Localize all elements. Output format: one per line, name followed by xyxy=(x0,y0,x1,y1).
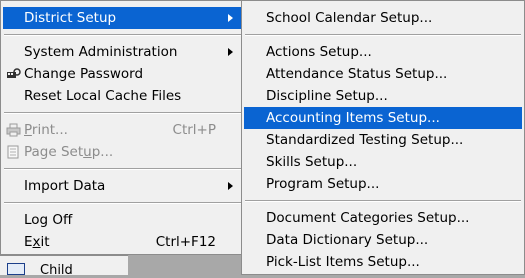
submenu-item-standardized-testing[interactable]: Standardized Testing Setup... xyxy=(244,129,522,151)
submenu-arrow-icon xyxy=(228,14,233,22)
exit-label-pre: E xyxy=(24,234,33,250)
submenu-item-actions[interactable]: Actions Setup... xyxy=(244,41,522,63)
submenu-item-accounting-items[interactable]: Accounting Items Setup... xyxy=(244,107,522,129)
submenu-item-data-dictionary[interactable]: Data Dictionary Setup... xyxy=(244,229,522,251)
printer-icon xyxy=(6,123,21,137)
menu-item-label: Document Categories Setup... xyxy=(266,210,470,226)
menu-item-import-data[interactable]: Import Data xyxy=(3,175,242,197)
submenu-item-pick-list-items[interactable]: Pick-List Items Setup... xyxy=(244,251,522,273)
submenu-item-attendance-status[interactable]: Attendance Status Setup... xyxy=(244,63,522,85)
menu-separator xyxy=(245,34,521,36)
submenu-arrow-icon xyxy=(228,182,233,190)
print-shortcut: Ctrl+P xyxy=(172,122,216,138)
menu-item-label: School Calendar Setup... xyxy=(266,10,433,26)
page-setup-label-rest: p... xyxy=(91,144,114,160)
menu-item-label: Actions Setup... xyxy=(266,44,372,60)
menu-separator xyxy=(245,200,521,202)
menu-item-change-password[interactable]: Change Password xyxy=(3,63,242,85)
menu-item-print[interactable]: Print... Ctrl+P xyxy=(3,119,242,141)
taskbar-button[interactable]: Child xyxy=(0,255,128,278)
menu-item-label: Skills Setup... xyxy=(266,154,358,170)
submenu-item-discipline[interactable]: Discipline Setup... xyxy=(244,85,522,107)
submenu-item-school-calendar[interactable]: School Calendar Setup... xyxy=(244,7,522,29)
menu-item-label: Import Data xyxy=(24,178,106,194)
menu-separator xyxy=(4,168,241,170)
menu-item-label: Standardized Testing Setup... xyxy=(266,132,464,148)
main-menu: District Setup System Administration Cha… xyxy=(0,0,245,255)
menu-item-label: Change Password xyxy=(24,66,144,82)
page-setup-icon xyxy=(7,145,19,159)
print-label: rint... xyxy=(31,122,68,138)
menu-item-exit[interactable]: Exit Ctrl+F12 xyxy=(3,231,242,253)
menu-separator xyxy=(4,34,241,36)
menu-item-label: Log Off xyxy=(24,212,73,228)
menu-item-reset-cache[interactable]: Reset Local Cache Files xyxy=(3,85,242,107)
page-setup-mnemonic: u xyxy=(83,144,92,160)
menu-item-label: District Setup xyxy=(24,10,117,26)
menu-item-system-administration[interactable]: System Administration xyxy=(3,41,242,63)
district-setup-submenu: School Calendar Setup... Actions Setup..… xyxy=(241,0,525,275)
exit-mnemonic: x xyxy=(32,234,41,250)
menu-item-label: Attendance Status Setup... xyxy=(266,66,448,82)
submenu-item-document-categories[interactable]: Document Categories Setup... xyxy=(244,207,522,229)
menu-item-log-off[interactable]: Log Off xyxy=(3,209,242,231)
menu-item-label: Data Dictionary Setup... xyxy=(266,232,429,248)
menu-item-label: System Administration xyxy=(24,44,178,60)
menu-separator xyxy=(4,112,241,114)
menu-item-label: Reset Local Cache Files xyxy=(24,88,182,104)
window-icon xyxy=(7,263,25,275)
menu-separator xyxy=(4,202,241,204)
menu-item-label: Program Setup... xyxy=(266,176,380,192)
menu-item-page-setup[interactable]: Page Setup... xyxy=(3,141,242,163)
submenu-item-skills[interactable]: Skills Setup... xyxy=(244,151,522,173)
page-setup-label-pre: Page Set xyxy=(24,144,84,160)
menu-item-label: Discipline Setup... xyxy=(266,88,388,104)
exit-label-rest: it xyxy=(40,234,50,250)
submenu-item-program[interactable]: Program Setup... xyxy=(244,173,522,195)
menu-item-label: Pick-List Items Setup... xyxy=(266,254,420,270)
submenu-arrow-icon xyxy=(228,48,233,56)
exit-shortcut: Ctrl+F12 xyxy=(155,234,216,250)
keys-icon xyxy=(7,68,21,78)
menu-item-district-setup[interactable]: District Setup xyxy=(3,7,242,29)
print-mnemonic: P xyxy=(24,122,32,138)
menu-item-label: Accounting Items Setup... xyxy=(266,110,440,126)
taskbar-label: Child xyxy=(40,263,73,278)
